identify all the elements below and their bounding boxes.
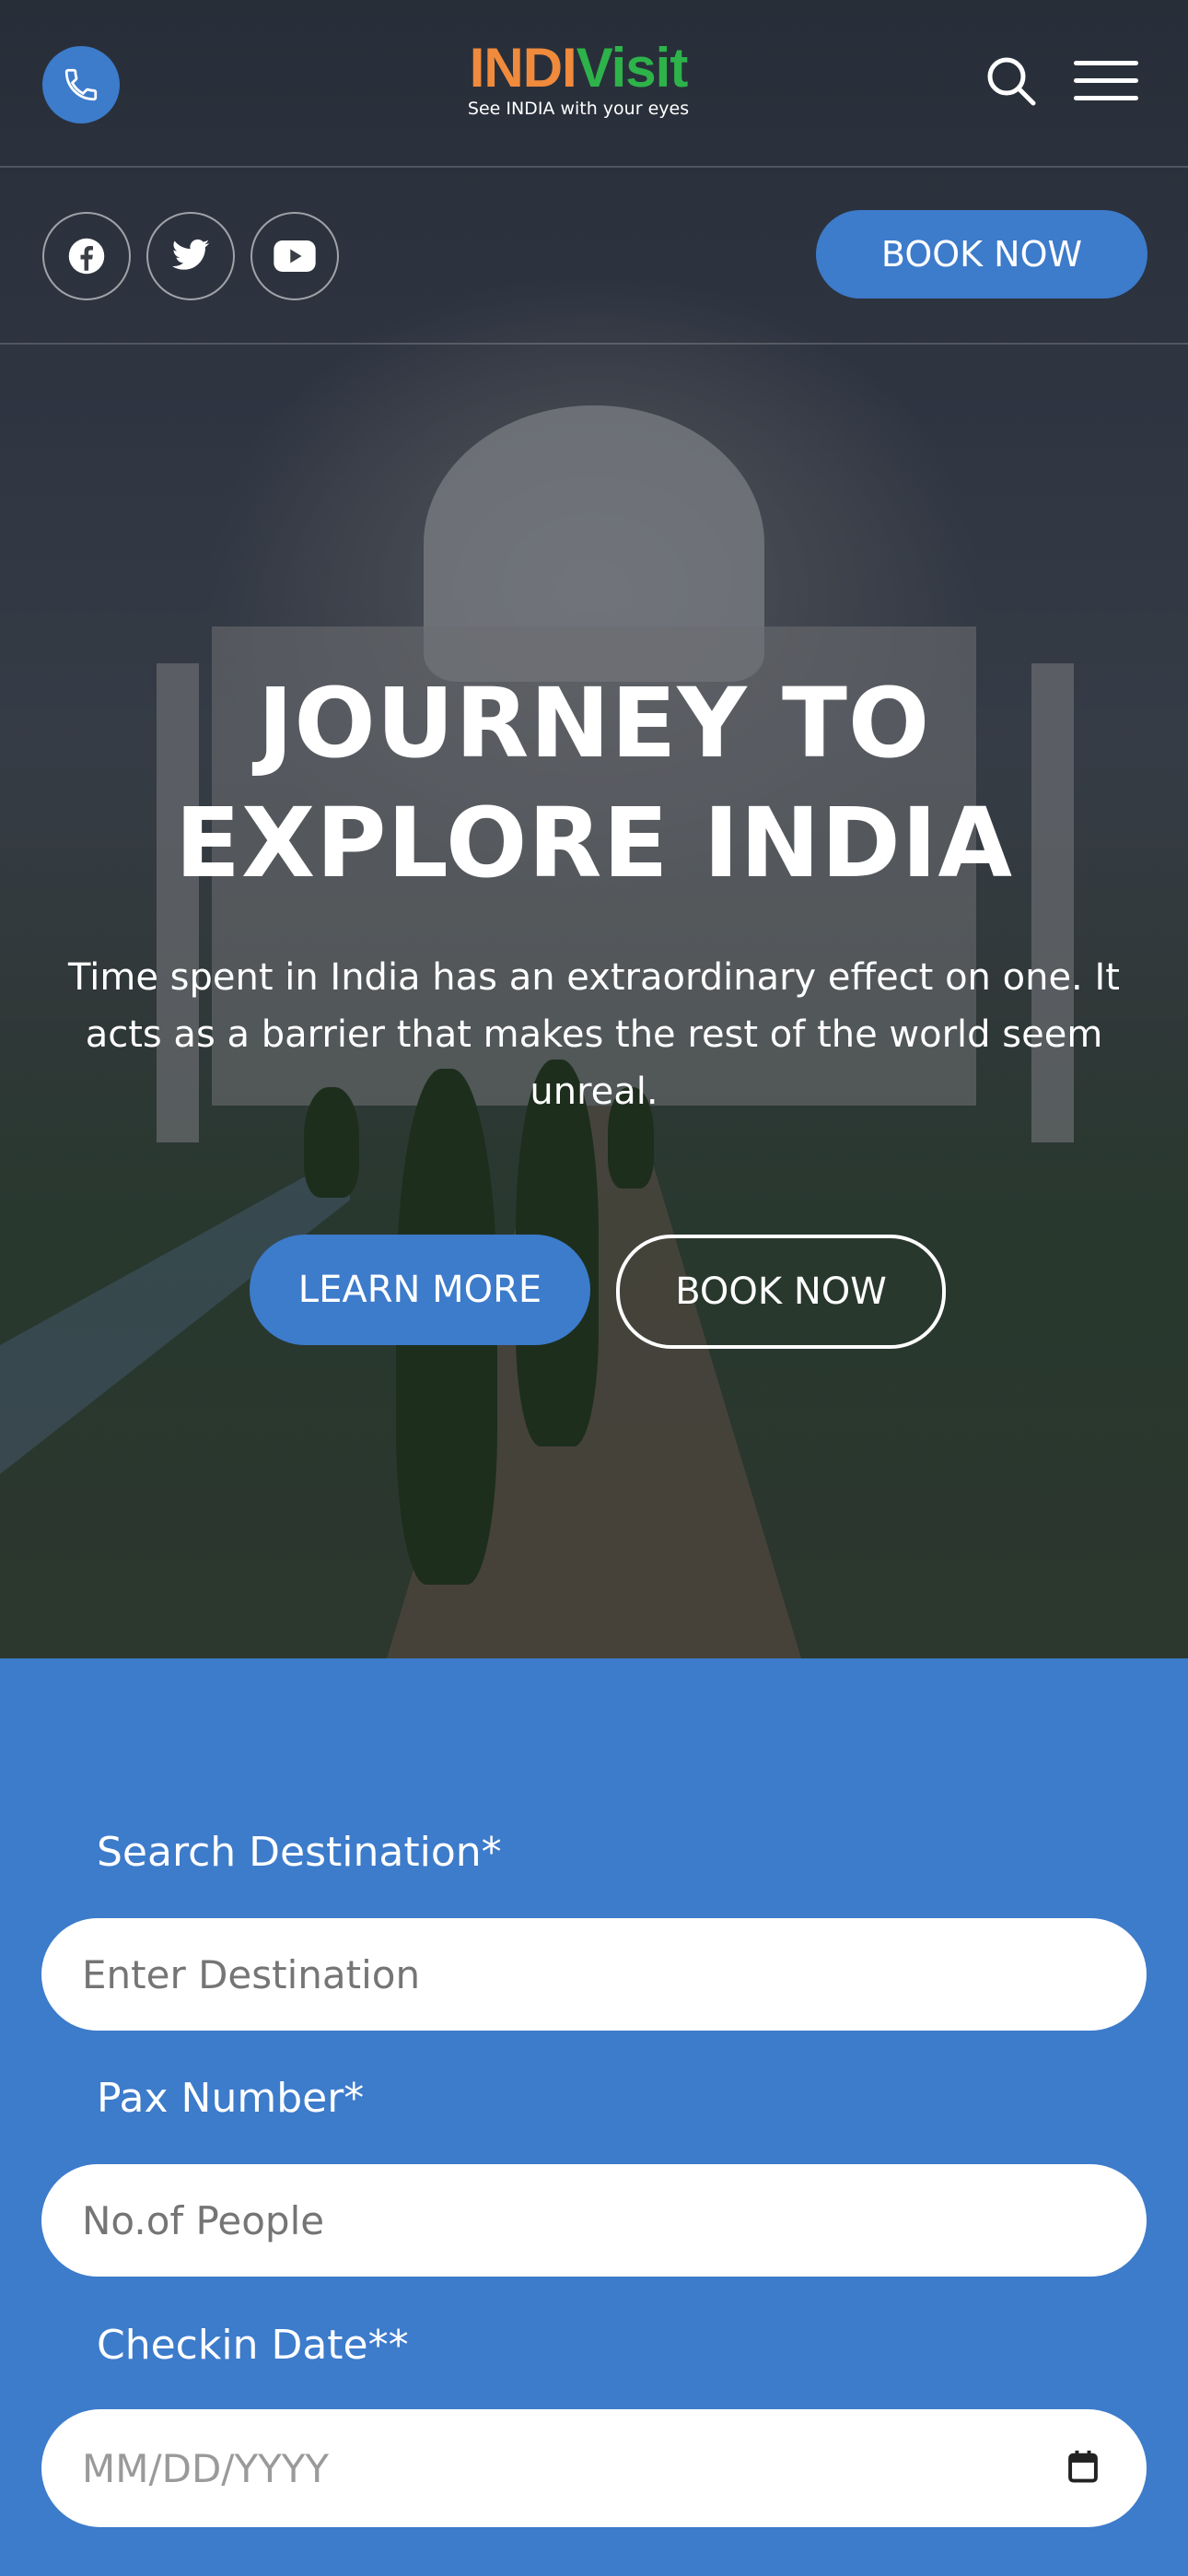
logo-text-visit: Visit (576, 37, 689, 99)
checkin-date-input[interactable]: MM/DD/YYYY (41, 2409, 1147, 2527)
phone-icon (64, 68, 98, 101)
logo-tagline: See INDIA with your eyes (467, 99, 690, 119)
facebook-link[interactable] (42, 212, 131, 300)
twitter-icon (171, 239, 210, 270)
checkin-date-placeholder: MM/DD/YYYY (82, 2445, 330, 2491)
hero-title-line1: JOURNEY TO (257, 667, 931, 779)
pax-input[interactable] (41, 2164, 1147, 2277)
phone-button[interactable] (42, 46, 120, 123)
logo-text-indi: INDI (469, 37, 577, 99)
destination-label: Search Destination* (97, 1829, 502, 1876)
top-header: INDIVisit See INDIA with your eyes (0, 0, 1188, 168)
facebook-icon (68, 238, 105, 275)
booking-form: Search Destination* Pax Number* Checkin … (0, 1658, 1188, 2576)
hero-title-line2: EXPLORE INDIA (175, 787, 1013, 899)
hero-section: INDIVisit See INDIA with your eyes BOOK … (0, 0, 1188, 1658)
search-icon[interactable] (984, 53, 1039, 109)
social-bar: BOOK NOW (0, 166, 1188, 345)
hero-book-now-button[interactable]: BOOK NOW (616, 1235, 946, 1349)
header-book-now-button[interactable]: BOOK NOW (816, 210, 1147, 299)
hamburger-menu-icon[interactable] (1074, 61, 1138, 105)
hero-title: JOURNEY TO EXPLORE INDIA (0, 663, 1188, 903)
site-logo[interactable]: INDIVisit See INDIA with your eyes (459, 39, 698, 120)
destination-input[interactable] (41, 1918, 1147, 2031)
youtube-link[interactable] (250, 212, 339, 300)
calendar-icon[interactable] (1067, 2450, 1099, 2483)
hero-subtitle: Time spent in India has an extraordinary… (68, 956, 1120, 1113)
youtube-icon (274, 240, 316, 272)
pax-label: Pax Number* (97, 2075, 365, 2122)
twitter-link[interactable] (146, 212, 235, 300)
checkin-label: Checkin Date** (97, 2322, 409, 2369)
learn-more-button[interactable]: LEARN MORE (250, 1235, 590, 1345)
